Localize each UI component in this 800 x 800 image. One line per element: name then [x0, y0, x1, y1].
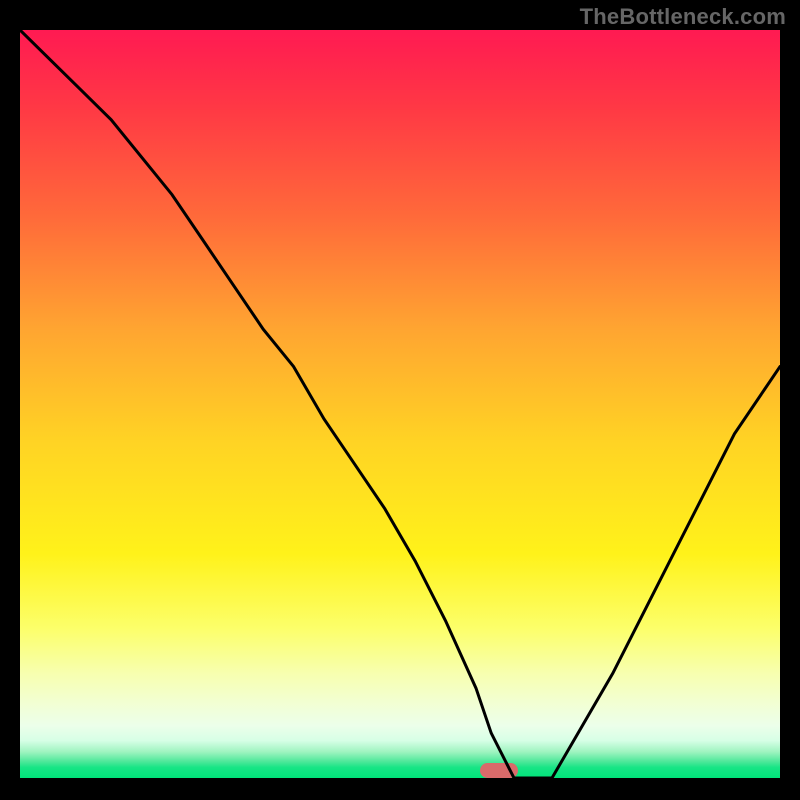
chart-frame: TheBottleneck.com — [0, 0, 800, 800]
watermark-text: TheBottleneck.com — [580, 4, 786, 30]
bottleneck-curve — [20, 30, 780, 778]
plot-area — [20, 30, 780, 778]
